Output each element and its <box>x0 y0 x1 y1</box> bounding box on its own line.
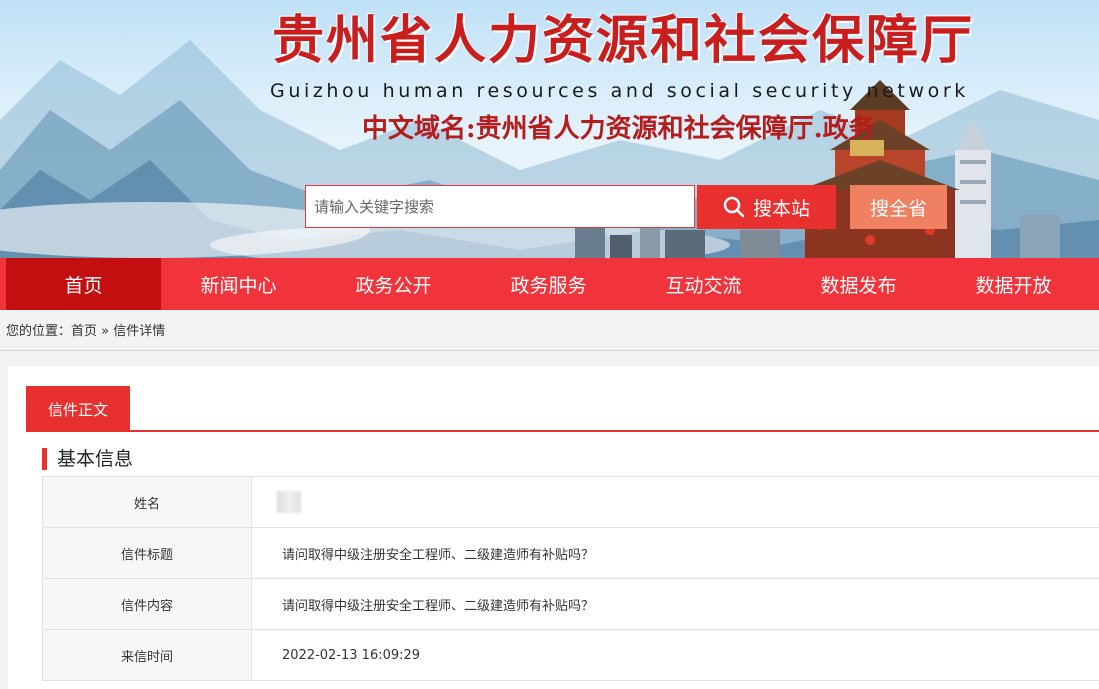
redacted-name <box>277 491 301 513</box>
nav-item-gov-open[interactable]: 政务公开 <box>316 258 471 310</box>
site-subtitle: Guizhou human resources and social secur… <box>270 80 969 102</box>
table-row: 信件内容 请问取得中级注册安全工程师、二级建造师有补贴吗？ <box>42 578 1099 630</box>
search-site-button[interactable]: 搜本站 <box>697 185 836 229</box>
search-site-label: 搜本站 <box>752 197 810 220</box>
site-domain: 中文域名:贵州省人力资源和社会保障厅.政务 <box>362 114 875 144</box>
row-value-time: 2022-02-13 16:09:29 <box>251 629 1099 681</box>
row-key-title: 信件标题 <box>42 527 252 579</box>
nav-item-interaction[interactable]: 互动交流 <box>626 258 781 310</box>
search-province-button[interactable]: 搜全省 <box>850 185 947 229</box>
row-value-content: 请问取得中级注册安全工程师、二级建造师有补贴吗？ <box>251 578 1099 630</box>
row-value-name <box>251 476 1099 528</box>
info-table: 姓名 信件标题 请问取得中级注册安全工程师、二级建造师有补贴吗？ 信件内容 请问… <box>42 476 1099 681</box>
breadcrumb-label: 您的位置： <box>6 324 72 339</box>
nav-item-gov-service[interactable]: 政务服务 <box>471 258 626 310</box>
breadcrumb-home-link[interactable]: 首页 <box>71 324 97 339</box>
nav-item-home[interactable]: 首页 <box>6 258 161 310</box>
row-key-time: 来信时间 <box>42 629 252 681</box>
nav-item-news[interactable]: 新闻中心 <box>161 258 316 310</box>
main-nav: 首页 新闻中心 政务公开 政务服务 互动交流 数据发布 数据开放 <box>0 258 1099 310</box>
row-value-title: 请问取得中级注册安全工程师、二级建造师有补贴吗？ <box>251 527 1099 579</box>
search-icon <box>723 196 745 218</box>
nav-item-data-open[interactable]: 数据开放 <box>936 258 1091 310</box>
breadcrumb-separator: » <box>101 324 110 339</box>
table-row: 来信时间 2022-02-13 16:09:29 <box>42 629 1099 681</box>
row-key-name: 姓名 <box>42 476 252 528</box>
content-panel: 信件正文 基本信息 姓名 信件标题 请问取得中级注册安全工程师、二级建造师有补贴… <box>8 366 1099 689</box>
tab-letter-body[interactable]: 信件正文 <box>26 386 130 432</box>
breadcrumb-divider <box>0 350 1099 351</box>
table-row: 信件标题 请问取得中级注册安全工程师、二级建造师有补贴吗？ <box>42 527 1099 579</box>
tab-bar: 信件正文 <box>26 386 1099 432</box>
search-province-label: 搜全省 <box>869 197 927 220</box>
search-input[interactable] <box>305 185 695 228</box>
site-title: 贵州省人力资源和社会保障厅 <box>272 10 975 71</box>
table-row: 姓名 <box>42 476 1099 528</box>
breadcrumb-current: 信件详情 <box>113 324 166 339</box>
nav-item-data-release[interactable]: 数据发布 <box>781 258 936 310</box>
row-key-content: 信件内容 <box>42 578 252 630</box>
header-banner: 贵州省人力资源和社会保障厅 Guizhou human resources an… <box>0 0 1099 258</box>
section-title: 基本信息 <box>42 448 133 470</box>
breadcrumb: 您的位置：首页 » 信件详情 <box>6 320 165 339</box>
